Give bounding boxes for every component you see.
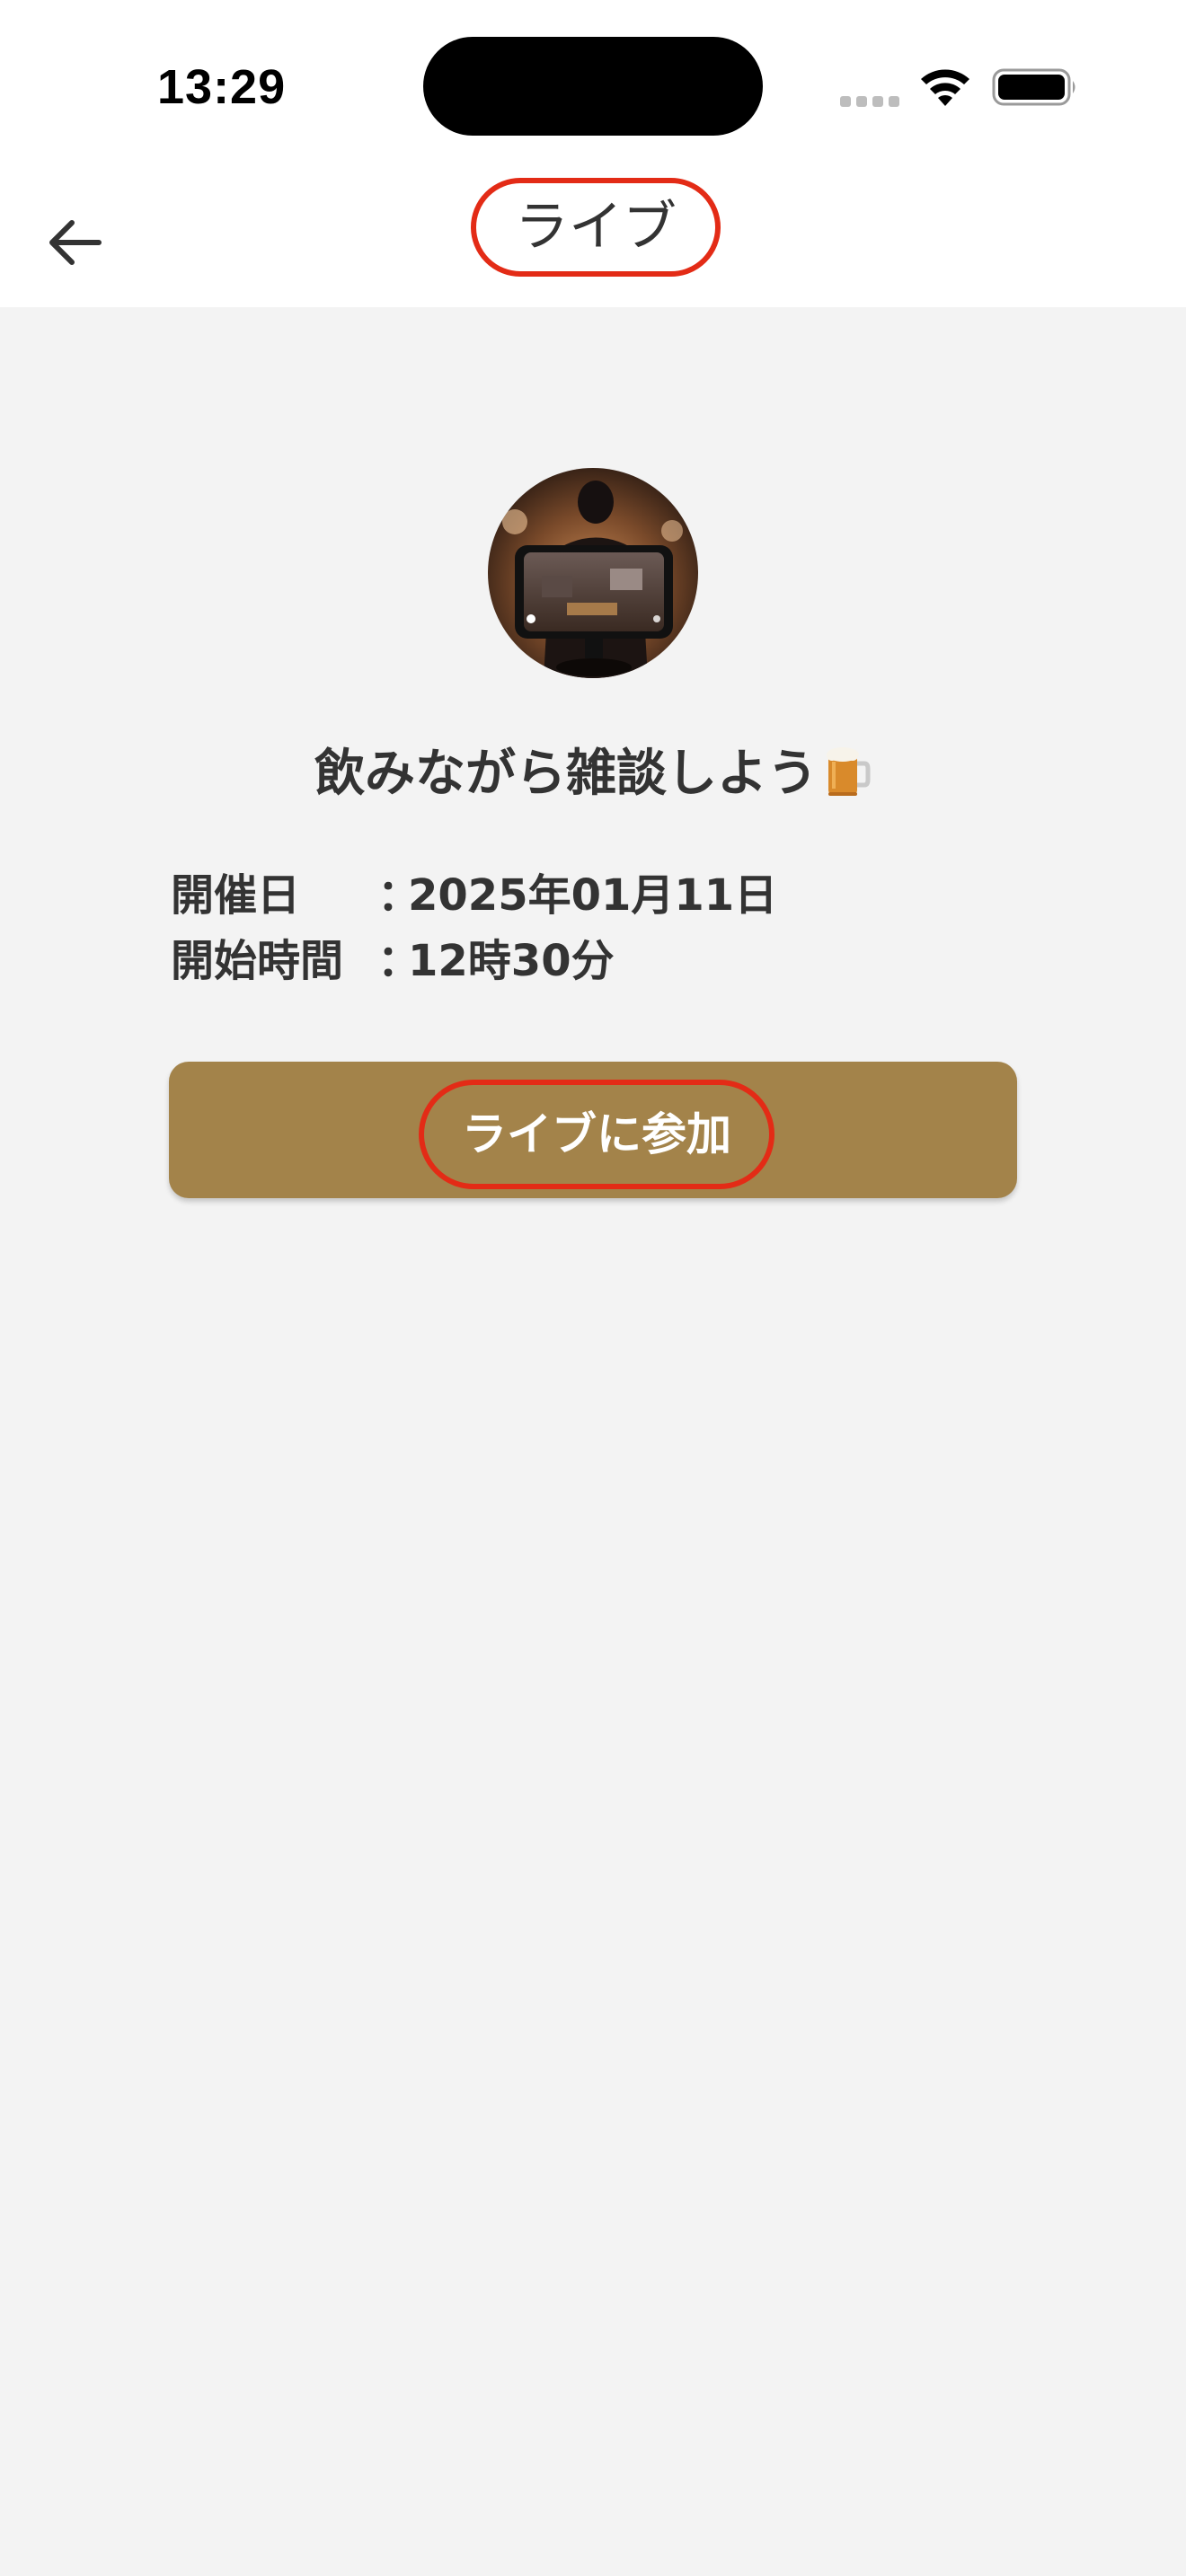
back-button[interactable] xyxy=(36,203,115,282)
live-title: 飲みながら雑談しよう xyxy=(0,738,1186,810)
wifi-icon xyxy=(918,66,972,108)
signal-icon xyxy=(840,93,901,107)
start-time-label: 開始時間 xyxy=(171,936,344,986)
event-date-separator: ： xyxy=(377,870,421,921)
live-detail-content: 飲みながら雑談しよう 開催日 ：2025年01月11日 開始時間 ：12時30分 ラ… xyxy=(0,307,1186,2576)
title-annotation-circle: ライブ xyxy=(471,178,721,277)
battery-icon xyxy=(992,68,1078,106)
live-thumbnail xyxy=(488,468,698,678)
join-annotation-circle: ライブに参加 xyxy=(419,1080,774,1189)
live-stream-photo xyxy=(488,468,698,678)
status-bar: 13:29 xyxy=(0,0,1186,171)
status-time: 13:29 xyxy=(157,60,287,114)
join-live-label: ライブに参加 xyxy=(462,1108,731,1160)
arrow-left-icon xyxy=(49,220,102,265)
beer-mug-icon xyxy=(823,744,872,798)
event-date-row: 開催日 ：2025年01月11日 xyxy=(171,864,777,927)
start-time-value: 12時30分 xyxy=(408,936,615,986)
event-date-label: 開催日 xyxy=(171,870,301,921)
nav-bar: ライブ xyxy=(0,171,1186,307)
live-title-text: 飲みながら雑談しよう xyxy=(314,745,818,803)
page-title: ライブ xyxy=(515,196,677,259)
join-live-button[interactable]: ライブに参加 xyxy=(169,1062,1017,1198)
start-time-separator: ： xyxy=(377,936,421,986)
event-date-value: 2025年01月11日 xyxy=(408,870,778,921)
dynamic-island xyxy=(423,37,763,136)
start-time-row: 開始時間 ：12時30分 xyxy=(171,930,615,992)
